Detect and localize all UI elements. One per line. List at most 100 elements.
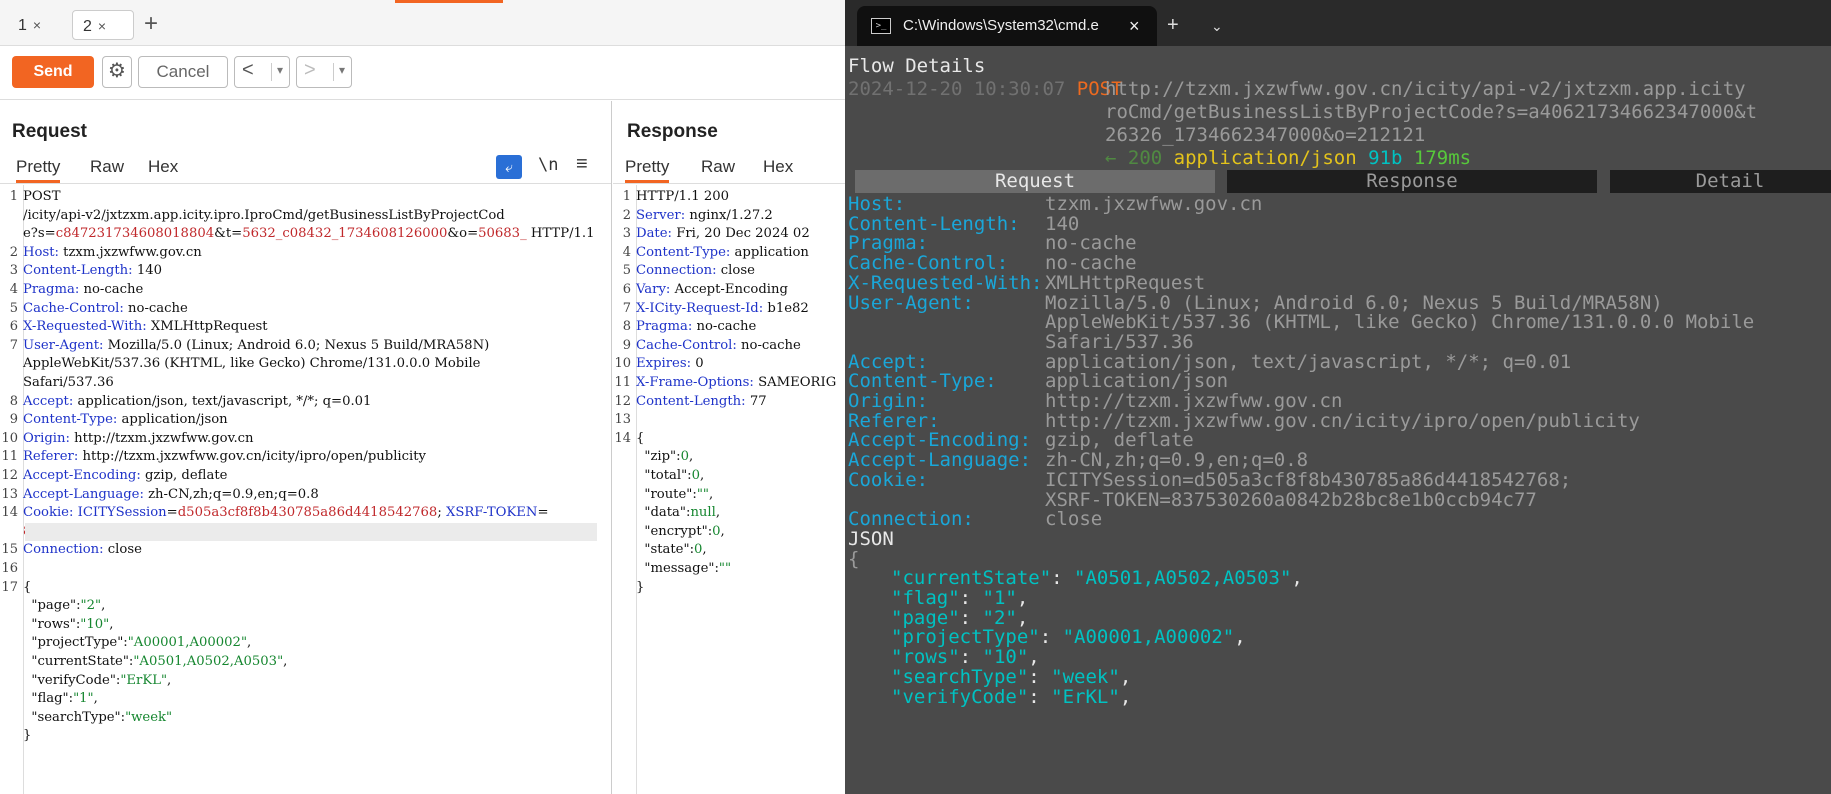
line-number: 10 — [614, 356, 631, 372]
tab-detail[interactable]: Detail — [1610, 170, 1831, 193]
flow-details-heading: Flow Details — [848, 55, 986, 77]
code-line: User-Agent: Mozilla/5.0 (Linux; Android … — [23, 337, 489, 356]
tab-raw[interactable]: Raw — [701, 157, 735, 183]
json-brace: { — [848, 547, 860, 570]
line-number: 6 — [622, 282, 631, 297]
tab-pretty[interactable]: Pretty — [16, 157, 61, 183]
code-token: { — [636, 430, 645, 446]
code-line: Vary: Accept-Encoding — [636, 281, 788, 300]
terminal-text: , — [1016, 606, 1029, 629]
code-token: , — [283, 654, 288, 669]
code-token: &t= — [214, 226, 243, 242]
code-token: Vary: — [636, 282, 675, 297]
code-token: 50683_ — [478, 226, 527, 242]
terminal-tab-title: C:\Windows\System32\cmd.e — [903, 17, 1099, 34]
forward-button[interactable]: > ▾ — [296, 56, 352, 88]
json-value: "week" — [1051, 665, 1120, 688]
code-token: "data" — [636, 505, 686, 521]
code-token: 140 — [136, 263, 162, 279]
menu-icon[interactable]: ≡ — [576, 153, 588, 176]
status-code: 200 — [1127, 147, 1174, 169]
json-key: "verifyCode" — [891, 685, 1029, 708]
line-number: 3 — [622, 226, 631, 242]
code-token: X-Frame-Options: — [636, 375, 759, 390]
code-token: Cookie: — [23, 505, 78, 521]
code-token: 5632_c08432_1734608126000 — [242, 226, 448, 242]
json-value: "10" — [982, 646, 1029, 669]
code-token: "" — [718, 561, 732, 576]
tab-raw[interactable]: Raw — [90, 157, 124, 183]
tab-hex[interactable]: Hex — [763, 157, 793, 183]
terminal-text: : — [1028, 685, 1052, 708]
code-token: "week" — [125, 709, 173, 725]
tab-hex[interactable]: Hex — [148, 157, 178, 183]
close-icon[interactable]: × — [98, 18, 106, 34]
code-token: "1" — [73, 691, 94, 707]
add-tab-icon[interactable]: + — [1167, 8, 1179, 42]
code-token: "encrypt" — [636, 523, 708, 539]
tab-pretty[interactable]: Pretty — [625, 157, 670, 183]
terminal-text: , — [1016, 587, 1029, 609]
terminal-text: : — [959, 606, 983, 629]
back-button[interactable]: < ▾ — [234, 56, 290, 88]
code-token: XMLHttpRequest — [150, 319, 268, 335]
code-token: "currentState" — [23, 654, 129, 669]
json-key: "flag" — [891, 587, 960, 609]
add-tab-icon[interactable]: + — [144, 10, 158, 38]
code-token: "searchType" — [23, 709, 121, 725]
repeater-tab-2[interactable]: 2 × — [72, 10, 134, 40]
code-token: c847231734608018804 — [55, 226, 215, 242]
code-token: 77 — [749, 393, 767, 409]
code-token: "10" — [80, 616, 110, 632]
chevron-down-icon[interactable]: ▾ — [271, 63, 283, 81]
line-number: 12 — [614, 393, 631, 409]
newline-icon[interactable]: \n — [538, 155, 558, 175]
code-line: Pragma: no-cache — [636, 318, 756, 337]
code-token: no-cache — [83, 282, 144, 297]
wrap-icon[interactable]: ⤶ — [496, 155, 522, 179]
code-token: Accept-Encoding — [674, 282, 788, 297]
cancel-button[interactable]: Cancel — [138, 56, 228, 88]
code-token: Cache-Control: — [23, 300, 129, 316]
code-line: POST — [23, 188, 61, 207]
code-token: Host: — [23, 244, 64, 260]
repeater-tab-1[interactable]: 1 × — [8, 10, 62, 40]
close-icon[interactable]: × — [1129, 6, 1140, 46]
close-icon[interactable]: × — [33, 17, 41, 33]
tab-response[interactable]: Response — [1227, 170, 1597, 193]
code-token: } — [636, 579, 645, 595]
line-number: 10 — [1, 430, 18, 446]
chevron-down-icon[interactable]: ▾ — [333, 63, 345, 81]
response-time: 179ms — [1413, 147, 1472, 169]
line-number: 7 — [9, 337, 18, 353]
code-token: application/json, text/javascript, */*; … — [77, 393, 372, 409]
code-token: Content-Type: — [23, 412, 122, 428]
code-token: Accept-Encoding: — [23, 468, 145, 483]
line-number: 2 — [622, 207, 631, 223]
flow-url: 26326_1734662347000&o=212121 — [1105, 124, 1426, 146]
code-line: "total":0, — [636, 467, 704, 486]
code-token: , — [93, 691, 98, 707]
tab-request[interactable]: Request — [855, 170, 1215, 193]
terminal-text: , — [1119, 685, 1132, 708]
code-line: "data":null, — [636, 504, 720, 523]
cmd-icon: >_ — [871, 18, 891, 34]
send-button[interactable]: Send — [12, 56, 94, 88]
code-token: , — [167, 672, 172, 688]
code-token: Accept: — [23, 393, 78, 409]
code-line: Connection: close — [23, 541, 142, 560]
chevron-down-icon[interactable]: ⌄ — [1211, 12, 1223, 40]
repeater-tab-bar: 1 × 2 × + — [0, 0, 845, 46]
flow-time: 2024-12-20 10:30:07 — [848, 78, 1066, 100]
line-number: 6 — [9, 319, 18, 335]
header-name: Referer: — [848, 409, 940, 432]
gear-icon[interactable]: ⚙ — [102, 56, 132, 88]
code-token: XSRF-TOKEN — [445, 505, 538, 521]
code-line: { — [636, 430, 644, 449]
json-open: { — [848, 548, 859, 571]
terminal-tab[interactable]: >_ C:\Windows\System32\cmd.e × — [857, 6, 1157, 46]
json-row: "verifyCode": "ErKL", — [891, 686, 1131, 709]
code-token: Pragma: — [636, 319, 697, 335]
code-token: Connection: — [23, 542, 108, 558]
